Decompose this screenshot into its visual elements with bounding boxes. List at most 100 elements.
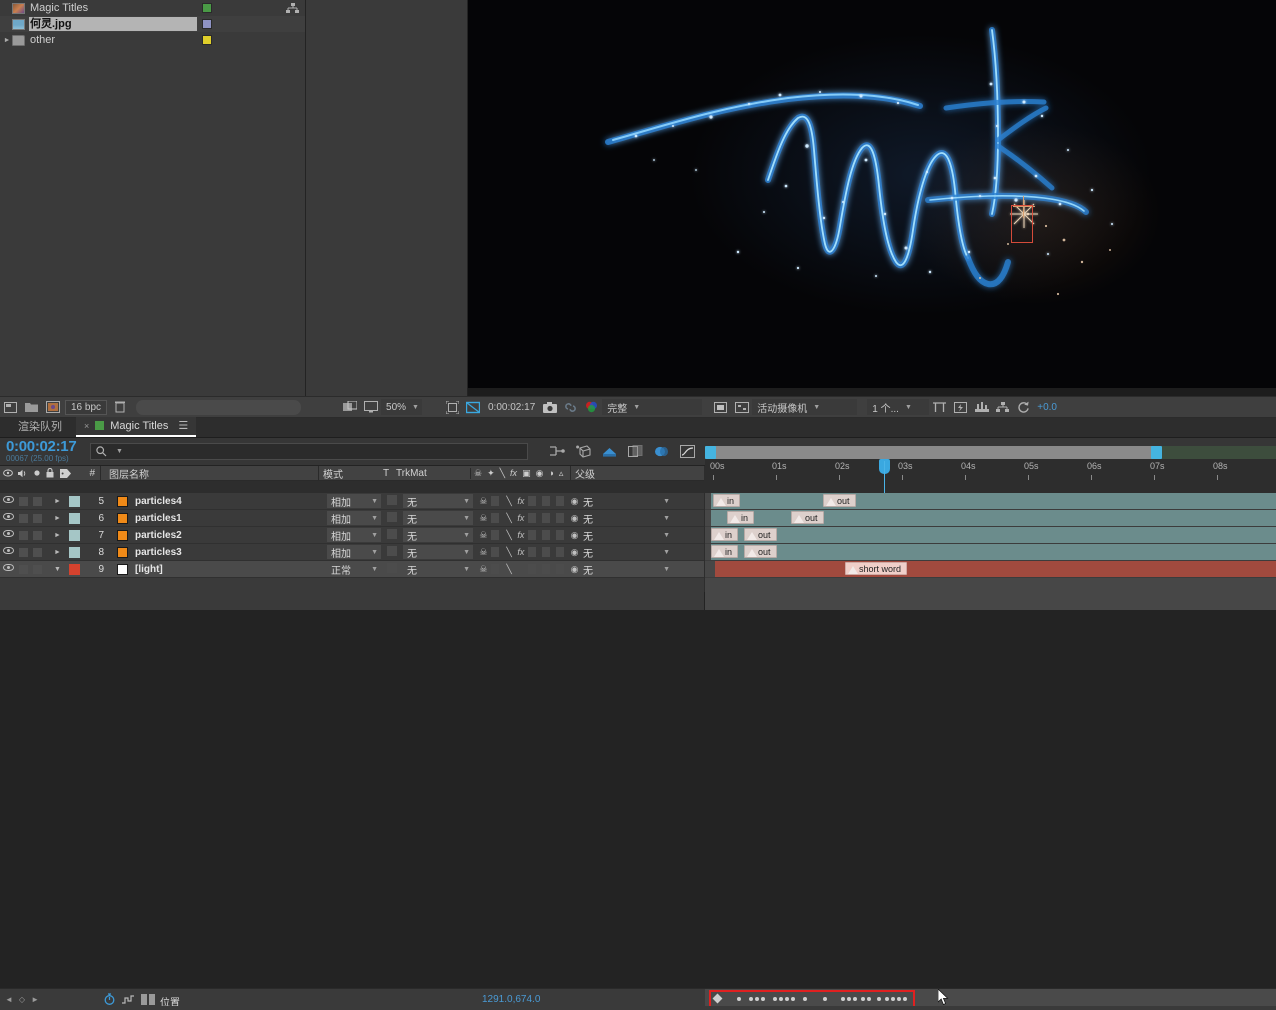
view-layout-dropdown[interactable]: 1 个... ▼	[867, 399, 929, 415]
layer-name-cell[interactable]: particles2	[109, 530, 327, 541]
keyframe-navigator[interactable]: ◄ ◇ ►	[0, 995, 39, 1004]
camera-view-dropdown[interactable]: 活动摄像机 ▼	[752, 399, 857, 415]
collapse-toggle-icon[interactable]	[491, 530, 499, 540]
frame-blend-icon[interactable]	[528, 496, 536, 506]
frame-blend-icon[interactable]	[528, 547, 536, 557]
frame-blend-icon[interactable]	[528, 564, 536, 574]
current-time-display[interactable]: 0:00:02:17 00067 (25.00 fps)	[0, 440, 90, 463]
composition-mini-flowchart-icon[interactable]	[550, 444, 565, 459]
keyframe-marker[interactable]	[903, 997, 907, 1001]
layer-marker[interactable]: out	[744, 528, 777, 541]
collapse-toggle-icon[interactable]	[491, 547, 499, 557]
timeline-ruler-area[interactable]: 00s 01s 02s 03s 04s 05s 06s 07s 08s	[705, 446, 1276, 493]
disclosure-triangle-icon[interactable]: ►	[54, 549, 63, 556]
layer-name-cell[interactable]: particles1	[109, 513, 327, 524]
video-toggle-icon[interactable]	[3, 564, 14, 575]
keyframe-marker[interactable]	[861, 997, 865, 1001]
trkmat-dropdown[interactable]: 无▼	[403, 528, 479, 542]
adjustment-icon[interactable]	[556, 564, 564, 574]
shy-icon[interactable]: ☠	[479, 496, 488, 507]
composition-canvas[interactable]	[468, 0, 1276, 388]
table-row[interactable]: ► 6 particles1 相加▼ 无▼ ☠ ╲ fx	[0, 510, 704, 527]
layer-duration-bar[interactable]	[715, 561, 1276, 577]
trkmat-dropdown[interactable]: 无▼	[403, 494, 479, 508]
project-flowchart-icon[interactable]	[286, 3, 299, 14]
solo-toggle-icon[interactable]	[33, 548, 42, 557]
keyframe-marker[interactable]	[755, 997, 759, 1001]
keyframe-marker[interactable]	[847, 997, 851, 1001]
row-toggles[interactable]	[0, 513, 54, 524]
frame-blending-icon[interactable]	[628, 444, 643, 459]
keyframe-marker[interactable]	[737, 997, 741, 1001]
timeline-tab-bar[interactable]: 渲染队列 × Magic Titles ☰	[0, 418, 1276, 438]
layer-switches-cell[interactable]: ☠ ╲ fx ◉	[479, 496, 579, 507]
label-swatch[interactable]	[202, 3, 212, 13]
solo-toggle-icon[interactable]	[33, 565, 42, 574]
layer-duration-bar[interactable]	[711, 493, 1276, 509]
timeline-switch-icons[interactable]	[550, 444, 695, 459]
table-row[interactable]: ► 7 particles2 相加▼ 无▼ ☠ ╲ fx	[0, 527, 704, 544]
collapse-toggle-icon[interactable]	[491, 564, 499, 574]
monitor-icon[interactable]	[363, 400, 378, 415]
frame-blend-icon[interactable]	[528, 513, 536, 523]
disclosure-triangle-icon[interactable]: ►	[54, 515, 63, 522]
keyframe-marker[interactable]	[791, 997, 795, 1001]
label-swatch[interactable]	[202, 19, 212, 29]
layer-marker[interactable]: in	[713, 494, 740, 507]
table-row[interactable]: ► 8 particles3 相加▼ 无▼ ☠ ╲ fx	[0, 544, 704, 561]
close-icon[interactable]: ×	[84, 421, 89, 431]
parent-dropdown[interactable]: 无▼	[579, 494, 679, 508]
parent-dropdown[interactable]: 无▼	[579, 528, 679, 542]
track-row[interactable]: short word	[705, 561, 1276, 578]
layer-marker[interactable]: short word	[845, 562, 907, 575]
adjustment-icon[interactable]	[556, 496, 564, 506]
property-value[interactable]: 1291.0,674.0	[482, 994, 540, 1005]
layer-marker[interactable]: in	[711, 528, 738, 541]
add-keyframe-icon[interactable]: ◇	[19, 995, 25, 1004]
composition-viewer[interactable]	[468, 0, 1276, 396]
shy-icon[interactable]: ☠	[479, 513, 488, 524]
track-row[interactable]: in out	[705, 493, 1276, 510]
3d-layer-icon[interactable]: ◉	[570, 496, 579, 507]
tab-render-queue[interactable]: 渲染队列	[0, 416, 76, 437]
shy-icon[interactable]: ☠	[479, 564, 488, 575]
tab-magic-titles[interactable]: × Magic Titles ☰	[76, 417, 196, 437]
light-selection-box[interactable]	[1011, 205, 1033, 243]
motion-blur-icon[interactable]	[542, 547, 550, 557]
shy-icon[interactable]: ☠	[479, 530, 488, 541]
motion-blur-icon[interactable]	[654, 444, 669, 459]
color-depth-button[interactable]: 16 bpc	[65, 400, 107, 415]
3d-layer-icon[interactable]: ◉	[570, 530, 579, 541]
alpha-boundary-icon[interactable]	[734, 400, 749, 415]
audio-toggle-icon[interactable]	[19, 531, 28, 540]
adjustment-icon[interactable]	[556, 547, 564, 557]
project-item-row[interactable]: 何灵.jpg	[0, 16, 305, 32]
pixel-aspect-correction-icon[interactable]	[932, 400, 947, 415]
frame-blend-icon[interactable]	[528, 530, 536, 540]
track-row[interactable]: in out	[705, 527, 1276, 544]
keyframe-marker[interactable]	[779, 997, 783, 1001]
quality-icon[interactable]: ╲	[505, 547, 514, 558]
audio-toggle-icon[interactable]	[19, 497, 28, 506]
collapse-toggle-icon[interactable]	[491, 496, 499, 506]
keyframe-marker[interactable]	[785, 997, 789, 1001]
keyframe-marker[interactable]	[823, 997, 827, 1001]
blend-mode-dropdown[interactable]: 相加▼	[327, 528, 387, 542]
reset-exposure-icon[interactable]	[1016, 400, 1031, 415]
t-cell[interactable]	[387, 546, 403, 559]
work-area-range[interactable]	[713, 446, 1155, 459]
solo-toggle-icon[interactable]	[33, 531, 42, 540]
project-panel[interactable]: Magic Titles 何灵.jpg ► other	[0, 0, 306, 396]
layer-marker[interactable]: out	[744, 545, 777, 558]
search-input[interactable]: ▼	[90, 443, 528, 460]
hide-shy-layers-icon[interactable]	[602, 444, 617, 459]
disclosure-triangle-icon[interactable]: ►	[54, 498, 63, 505]
keyframe-marker[interactable]	[885, 997, 889, 1001]
keyframe-marker[interactable]	[841, 997, 845, 1001]
track-row[interactable]: in out	[705, 510, 1276, 527]
3d-layer-icon[interactable]: ◉	[570, 564, 579, 575]
layer-name-cell[interactable]: [light]	[109, 564, 327, 575]
blend-mode-dropdown[interactable]: 相加▼	[327, 494, 387, 508]
video-toggle-icon[interactable]	[3, 496, 14, 507]
value-graph-icon[interactable]	[122, 994, 134, 1005]
